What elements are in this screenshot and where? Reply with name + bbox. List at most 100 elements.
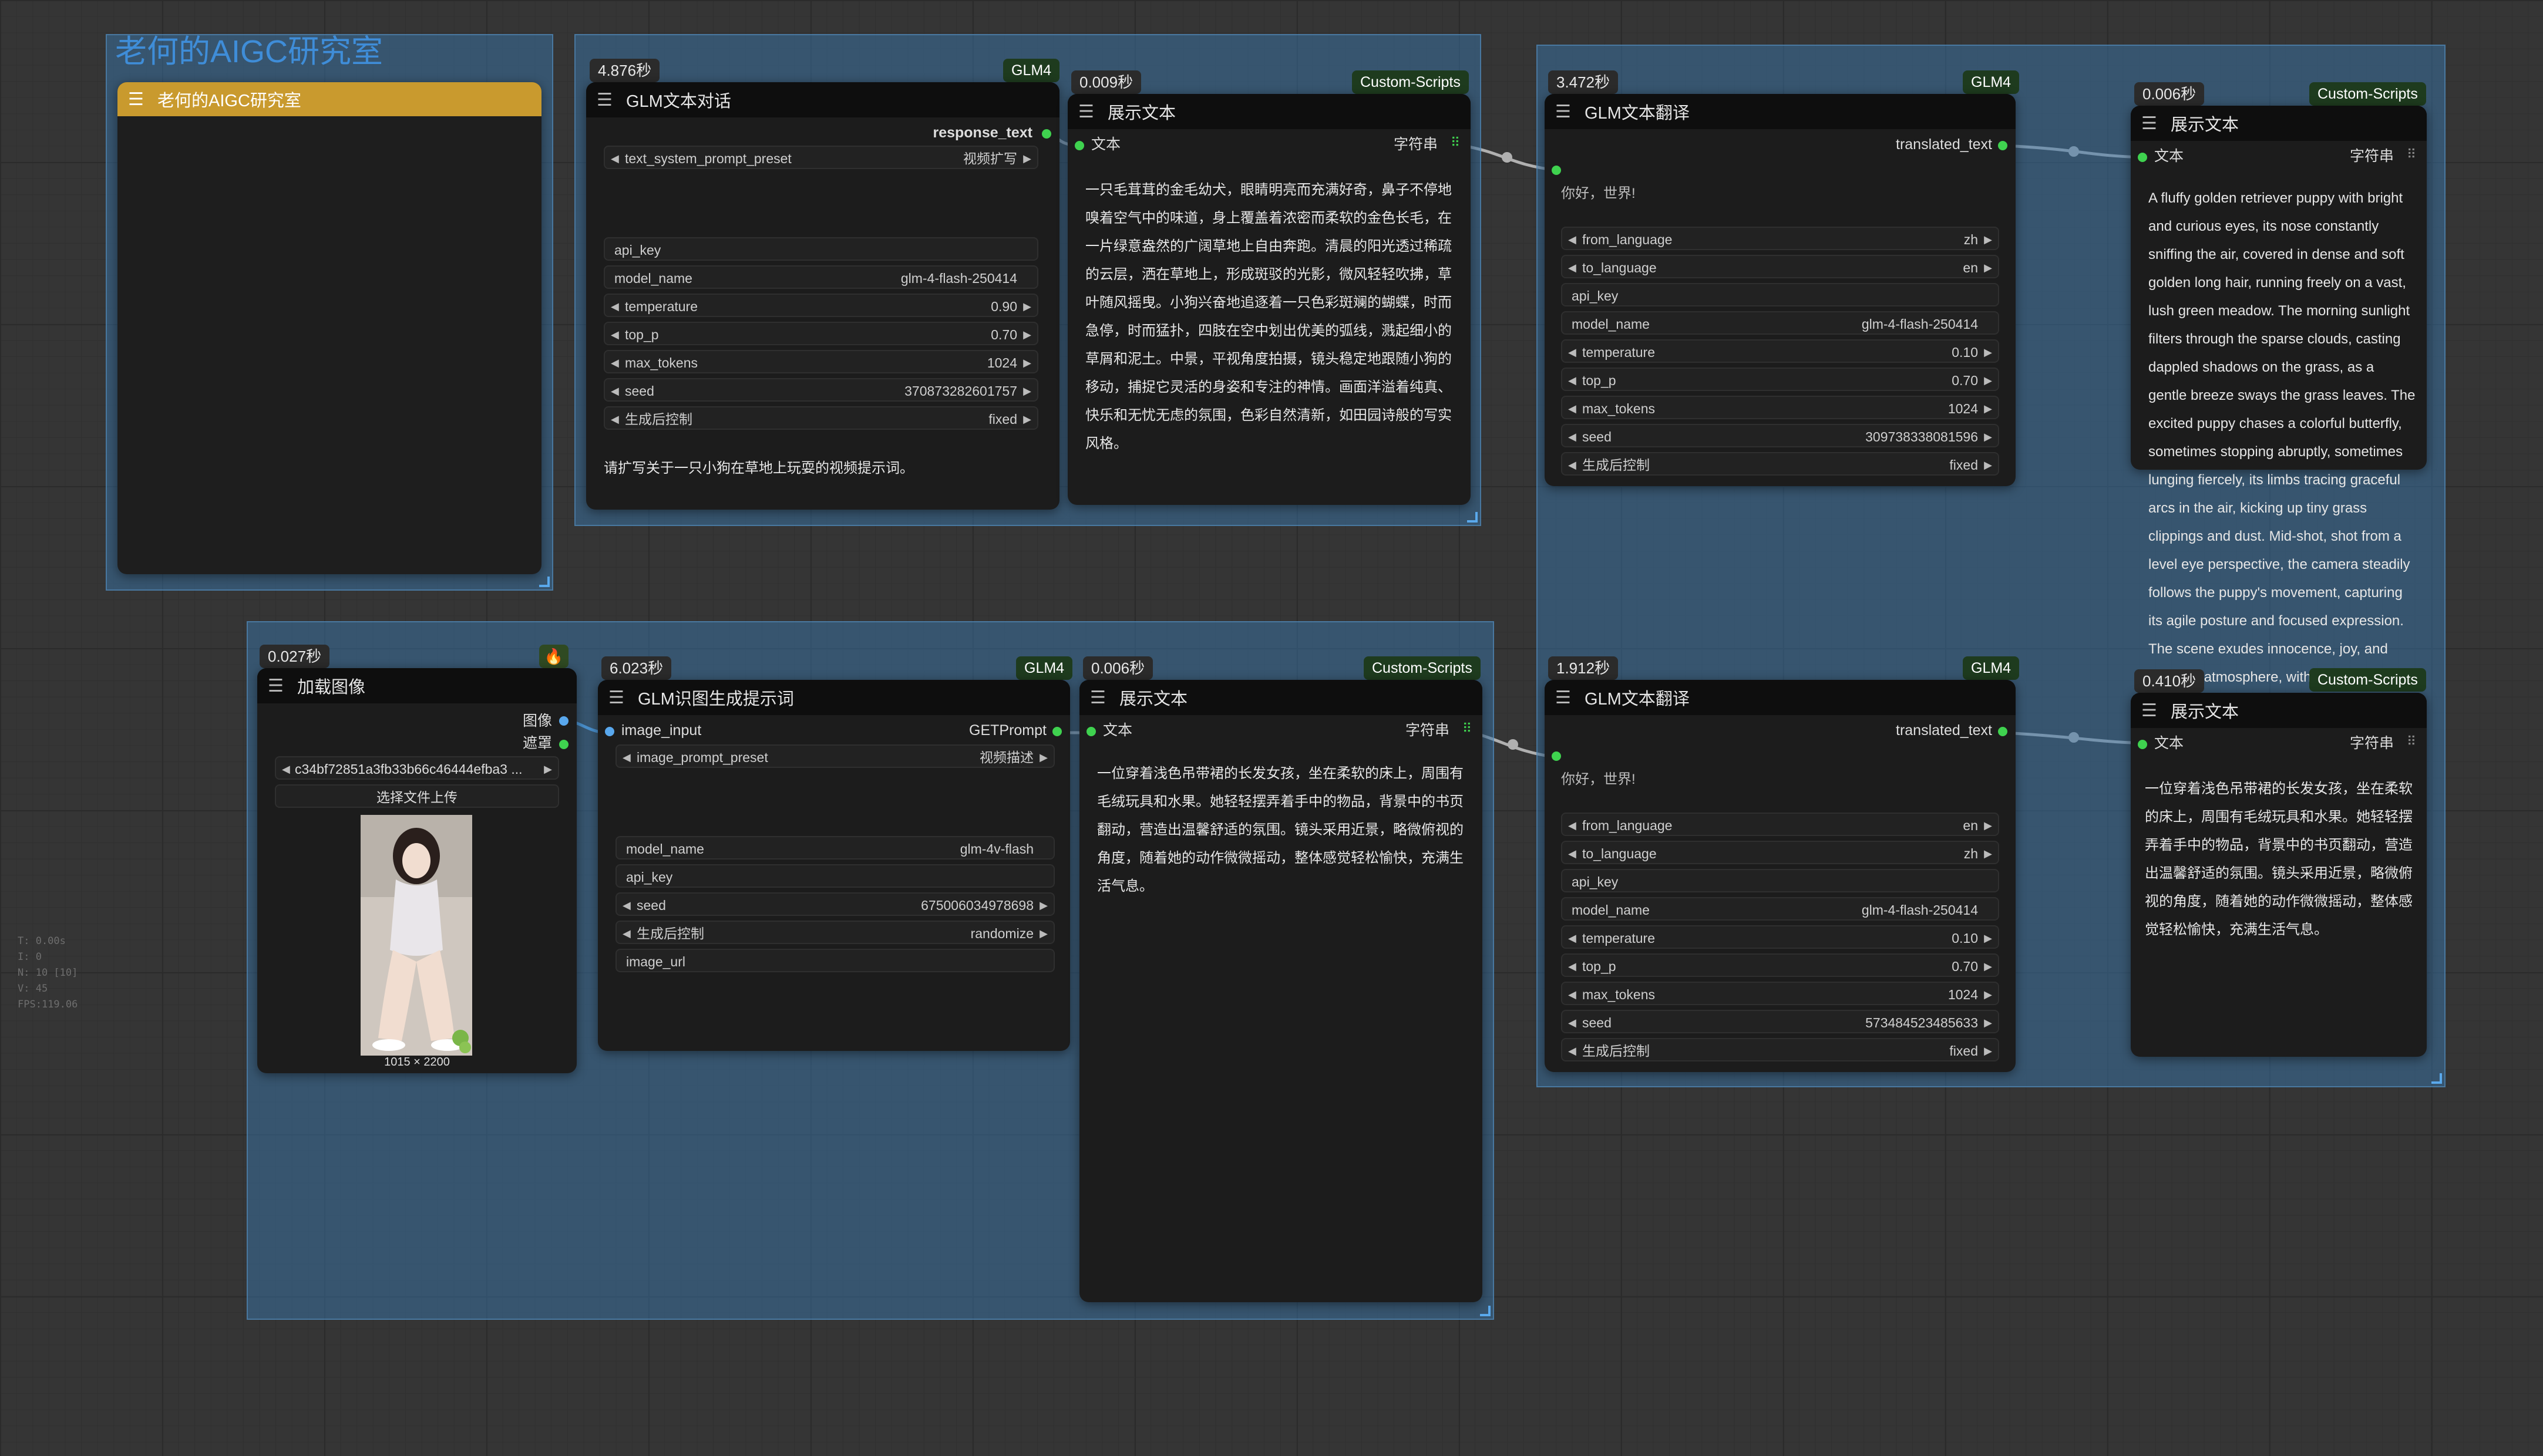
menu-icon[interactable]: ☰ bbox=[1555, 102, 1579, 122]
output-dot[interactable] bbox=[1052, 727, 1062, 736]
input-dot[interactable] bbox=[2138, 740, 2147, 749]
control-after-generate-combo[interactable]: ◀ 生成后控制 randomize ▶ bbox=[615, 921, 1055, 944]
arrow-right-icon[interactable]: ▶ bbox=[1040, 894, 1048, 915]
input-slot[interactable]: image_input bbox=[621, 720, 701, 741]
menu-icon[interactable]: ☰ bbox=[268, 676, 291, 696]
seed-number[interactable]: ◀ seed 370873282601757 ▶ bbox=[604, 378, 1038, 402]
group-title[interactable]: 老何的AIGC研究室 bbox=[115, 32, 383, 72]
menu-icon[interactable]: ☰ bbox=[597, 90, 620, 110]
api-key-field[interactable]: api_key bbox=[1561, 869, 1999, 892]
arrow-left-icon[interactable]: ◀ bbox=[1568, 1039, 1576, 1060]
arrow-right-icon[interactable]: ▶ bbox=[1984, 955, 1992, 976]
show-text-node-4[interactable]: ☰ 展示文本 文本 字符串 ⠿ 一位穿着浅色吊带裙的长发女孩，坐在柔软的床上，周… bbox=[2131, 693, 2427, 1057]
top-p-number[interactable]: ◀ top_p 0.70 ▶ bbox=[604, 322, 1038, 345]
model-name-field[interactable]: model_name glm-4-flash-250414 bbox=[1561, 311, 1999, 335]
arrow-left-icon[interactable]: ◀ bbox=[1568, 341, 1576, 362]
group-resize-handle[interactable] bbox=[539, 577, 550, 587]
node-header[interactable]: ☰ 展示文本 bbox=[2131, 106, 2427, 141]
arrow-left-icon[interactable]: ◀ bbox=[611, 147, 619, 168]
input-slot[interactable]: 文本 bbox=[2154, 733, 2184, 754]
arrow-left-icon[interactable]: ◀ bbox=[623, 894, 631, 915]
arrow-right-icon[interactable]: ▶ bbox=[1023, 351, 1031, 372]
menu-icon[interactable]: ☰ bbox=[128, 89, 152, 110]
arrow-left-icon[interactable]: ◀ bbox=[1568, 425, 1576, 446]
node-header[interactable]: ☰ GLM文本对话 bbox=[586, 82, 1059, 117]
menu-icon[interactable]: ☰ bbox=[2141, 113, 2165, 134]
label-node-header[interactable]: ☰ 老何的AIGC研究室 bbox=[117, 82, 541, 116]
arrow-left-icon[interactable]: ◀ bbox=[623, 922, 631, 943]
glm-chat-node[interactable]: ☰ GLM文本对话 response_text ◀ text_system_pr… bbox=[586, 82, 1059, 510]
arrow-right-icon[interactable]: ▶ bbox=[1040, 746, 1048, 767]
arrow-left-icon[interactable]: ◀ bbox=[611, 323, 619, 344]
api-key-field[interactable]: api_key bbox=[615, 864, 1055, 888]
model-name-field[interactable]: model_name glm-4v-flash bbox=[615, 836, 1055, 860]
max-tokens-number[interactable]: ◀ max_tokens 1024 ▶ bbox=[604, 350, 1038, 373]
image-prompt-preset-combo[interactable]: ◀ image_prompt_preset 视频描述 ▶ bbox=[615, 744, 1055, 768]
from-language-combo[interactable]: ◀ from_language zh ▶ bbox=[1561, 227, 1999, 250]
arrow-right-icon[interactable]: ▶ bbox=[1023, 407, 1031, 429]
menu-icon[interactable]: ☰ bbox=[608, 687, 632, 708]
menu-icon[interactable]: ☰ bbox=[1090, 687, 1114, 708]
control-after-generate-combo[interactable]: ◀ 生成后控制 fixed ▶ bbox=[1561, 1038, 1999, 1061]
label-node[interactable]: ☰ 老何的AIGC研究室 bbox=[117, 82, 541, 574]
max-tokens-number[interactable]: ◀ max_tokens 1024 ▶ bbox=[1561, 982, 1999, 1005]
max-tokens-number[interactable]: ◀ max_tokens 1024 ▶ bbox=[1561, 396, 1999, 419]
input-dot[interactable] bbox=[1087, 727, 1096, 736]
temperature-number[interactable]: ◀ temperature 0.90 ▶ bbox=[604, 294, 1038, 317]
node-header[interactable]: ☰ GLM识图生成提示词 bbox=[598, 680, 1070, 715]
from-language-combo[interactable]: ◀ from_language en ▶ bbox=[1561, 813, 1999, 836]
group-resize-handle[interactable] bbox=[1467, 512, 1478, 523]
output-dot[interactable] bbox=[1042, 129, 1051, 139]
arrow-right-icon[interactable]: ▶ bbox=[1984, 369, 1992, 390]
api-key-field[interactable]: api_key bbox=[604, 237, 1038, 261]
input-slot[interactable]: 文本 bbox=[1103, 720, 1132, 741]
glm-translate-node-2[interactable]: ☰ GLM文本翻译 translated_text 你好，世界! ◀ from_… bbox=[1545, 680, 2016, 1072]
temperature-number[interactable]: ◀ temperature 0.10 ▶ bbox=[1561, 339, 1999, 363]
arrow-left-icon[interactable]: ◀ bbox=[1568, 926, 1576, 948]
arrow-right-icon[interactable]: ▶ bbox=[1984, 983, 1992, 1004]
seed-number[interactable]: ◀ seed 573484523485633 ▶ bbox=[1561, 1010, 1999, 1033]
input-dot[interactable] bbox=[605, 727, 614, 736]
arrow-left-icon[interactable]: ◀ bbox=[1568, 397, 1576, 418]
seed-number[interactable]: ◀ seed 675006034978698 ▶ bbox=[615, 892, 1055, 916]
input-dot[interactable] bbox=[2138, 153, 2147, 162]
node-header[interactable]: ☰ 加载图像 bbox=[257, 668, 577, 703]
node-header[interactable]: ☰ GLM文本翻译 bbox=[1545, 680, 2016, 715]
glm-vision-node[interactable]: ☰ GLM识图生成提示词 image_input GETPrompt ◀ ima… bbox=[598, 680, 1070, 1051]
arrow-right-icon[interactable]: ▶ bbox=[1984, 1011, 1992, 1032]
arrow-left-icon[interactable]: ◀ bbox=[623, 746, 631, 767]
load-image-node[interactable]: ☰ 加载图像 图像 遮罩 ◀ c34bf72851a3fb33b66c46444… bbox=[257, 668, 577, 1073]
output-slot-image[interactable]: 图像 bbox=[523, 710, 552, 732]
arrow-left-icon[interactable]: ◀ bbox=[611, 351, 619, 372]
input-slot[interactable]: 文本 bbox=[2154, 146, 2184, 167]
arrow-right-icon[interactable]: ▶ bbox=[544, 757, 552, 778]
output-slot[interactable]: translated_text bbox=[1896, 134, 1992, 155]
arrow-left-icon[interactable]: ◀ bbox=[1568, 228, 1576, 249]
arrow-right-icon[interactable]: ▶ bbox=[1023, 379, 1031, 400]
arrow-right-icon[interactable]: ▶ bbox=[1984, 1039, 1992, 1060]
top-p-number[interactable]: ◀ top_p 0.70 ▶ bbox=[1561, 368, 1999, 391]
text-input-textarea[interactable]: 你好，世界! bbox=[1561, 183, 1996, 204]
input-dot[interactable] bbox=[1552, 166, 1561, 175]
menu-icon[interactable]: ☰ bbox=[1555, 687, 1579, 708]
arrow-left-icon[interactable]: ◀ bbox=[1568, 1011, 1576, 1032]
arrow-right-icon[interactable]: ▶ bbox=[1023, 295, 1031, 316]
control-after-generate-combo[interactable]: ◀ 生成后控制 fixed ▶ bbox=[604, 406, 1038, 430]
output-slot[interactable]: translated_text bbox=[1896, 720, 1992, 741]
menu-icon[interactable]: ☰ bbox=[1078, 102, 1102, 122]
output-dot[interactable] bbox=[559, 740, 569, 749]
output-dot[interactable] bbox=[1998, 727, 2007, 736]
arrow-left-icon[interactable]: ◀ bbox=[1568, 453, 1576, 474]
output-slot[interactable]: response_text bbox=[933, 122, 1032, 143]
api-key-field[interactable]: api_key bbox=[1561, 283, 1999, 306]
prompt-textarea[interactable]: 请扩写关于一只小狗在草地上玩耍的视频提示词。 bbox=[604, 458, 1038, 479]
model-name-field[interactable]: model_name glm-4-flash-250414 bbox=[604, 265, 1038, 289]
temperature-number[interactable]: ◀ temperature 0.10 ▶ bbox=[1561, 925, 1999, 949]
output-dot[interactable] bbox=[1998, 141, 2007, 150]
arrow-right-icon[interactable]: ▶ bbox=[1984, 397, 1992, 418]
show-text-node-2[interactable]: ☰ 展示文本 文本 字符串 ⠿ 一位穿着浅色吊带裙的长发女孩，坐在柔软的床上，周… bbox=[1079, 680, 1482, 1302]
image-url-field[interactable]: image_url bbox=[615, 949, 1055, 972]
arrow-left-icon[interactable]: ◀ bbox=[611, 407, 619, 429]
arrow-right-icon[interactable]: ▶ bbox=[1984, 842, 1992, 863]
arrow-right-icon[interactable]: ▶ bbox=[1984, 341, 1992, 362]
